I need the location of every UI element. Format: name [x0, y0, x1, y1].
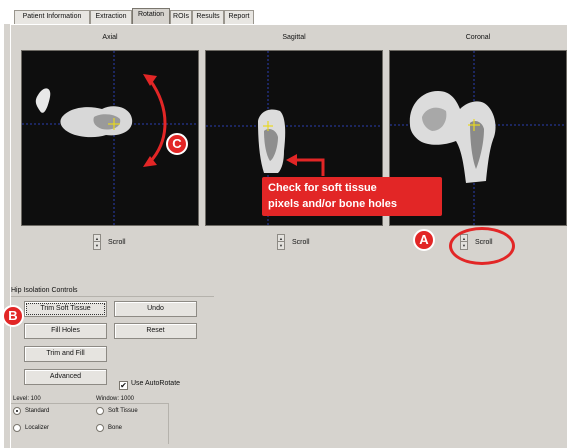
radio-standard[interactable]	[13, 407, 21, 415]
radio-soft-tissue-label: Soft Tissue	[108, 408, 138, 414]
window-readout: Window: 1000	[96, 396, 135, 402]
sagittal-scroll-spinner[interactable]: ▲ ▼	[277, 234, 285, 250]
radio-bone-label: Bone	[108, 425, 123, 431]
advanced-button[interactable]: Advanced	[24, 369, 107, 385]
sagittal-scroll-label: Scroll	[292, 239, 310, 246]
spin-up-icon[interactable]: ▲	[94, 235, 100, 242]
spin-down-icon[interactable]: ▼	[94, 242, 100, 249]
coronal-title: Coronal	[465, 34, 491, 41]
fill-holes-button[interactable]: Fill Holes	[24, 323, 107, 339]
tab-extraction[interactable]: Extraction	[90, 10, 132, 24]
trim-and-fill-button[interactable]: Trim and Fill	[24, 346, 107, 362]
spin-down-icon[interactable]: ▼	[278, 242, 284, 249]
level-readout: Level: 100	[13, 396, 41, 402]
badge-b: B	[2, 305, 24, 327]
radio-soft-tissue[interactable]	[96, 407, 104, 415]
sagittal-title: Sagittal	[282, 34, 306, 41]
tab-patient-information[interactable]: Patient Information	[14, 10, 90, 24]
radio-standard-label: Standard	[25, 408, 50, 414]
badge-a: A	[413, 229, 435, 251]
tab-rotation[interactable]: Rotation	[132, 8, 170, 24]
axial-scroll-label: Scroll	[108, 239, 126, 246]
reset-button[interactable]: Reset	[114, 323, 197, 339]
tab-results[interactable]: Results	[192, 10, 224, 24]
tab-report[interactable]: Report	[224, 10, 254, 24]
radio-localizer-label: Localizer	[25, 425, 50, 431]
callout-line-1: Check for soft tissue	[268, 182, 377, 194]
axial-title: Axial	[102, 34, 118, 41]
radio-localizer[interactable]	[13, 424, 21, 432]
axial-scroll-spinner[interactable]: ▲ ▼	[93, 234, 101, 250]
undo-button[interactable]: Undo	[114, 301, 197, 317]
callout-line-2: pixels and/or bone holes	[268, 198, 397, 210]
use-autorotate-checkbox[interactable]: ✔	[119, 381, 128, 390]
use-autorotate-label: Use AutoRotate	[131, 380, 181, 387]
radio-bone[interactable]	[96, 424, 104, 432]
trim-soft-tissue-button[interactable]: Trim Soft Tissue	[24, 301, 107, 317]
hip-isolation-title: Hip Isolation Controls	[11, 287, 81, 294]
badge-c: C	[166, 133, 188, 155]
scroll-highlight-ring	[449, 227, 515, 265]
tab-bar: Patient Information Extraction Rotation …	[4, 7, 567, 24]
soft-tissue-callout: Check for soft tissue pixels and/or bone…	[262, 177, 442, 216]
spin-up-icon[interactable]: ▲	[278, 235, 284, 242]
tab-rois[interactable]: ROIs	[170, 10, 192, 24]
